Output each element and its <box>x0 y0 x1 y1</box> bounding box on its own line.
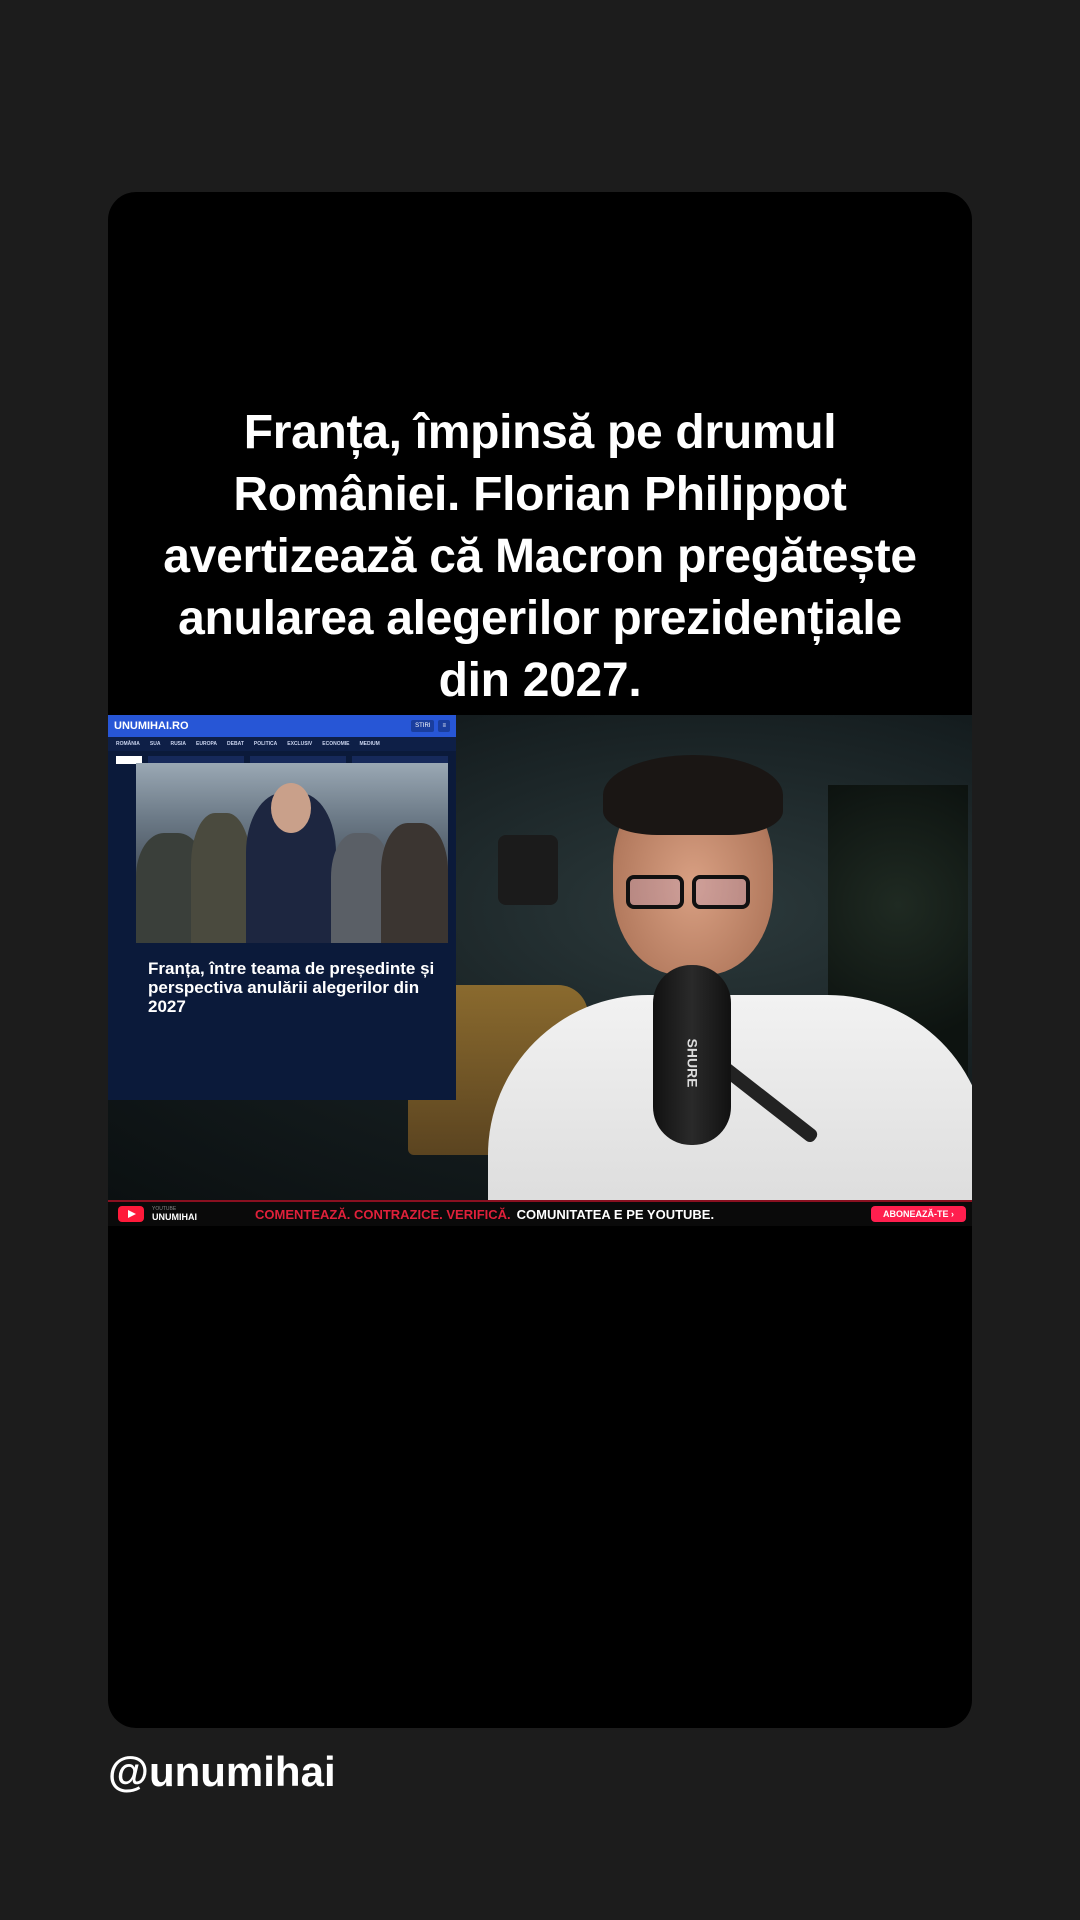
article-nav-item: EXCLUSIV <box>287 741 313 747</box>
video-frame[interactable]: SHURE UNUMIHAI.RO STIRI ≡ ROMÂNIA SUA RU… <box>108 715 972 1200</box>
article-top-button: STIRI <box>411 720 435 732</box>
article-nav-item: RUSIA <box>170 741 187 747</box>
presenter-hair <box>603 755 783 835</box>
ticker-white-text: COMUNITATEA E PE YOUTUBE. <box>516 1206 715 1222</box>
ticker-red-text: COMENTEAZĂ. CONTRAZICE. VERIFICĂ. <box>255 1206 511 1222</box>
article-nav-item: DEBAT <box>227 741 244 747</box>
youtube-icon <box>118 1206 144 1222</box>
article-title: Franța, între teama de președinte și per… <box>148 959 435 1016</box>
article-nav-item: ECONOMIE <box>322 741 350 747</box>
article-nav-item: SUA <box>149 741 161 747</box>
glasses-icon <box>626 875 766 913</box>
video-card[interactable]: Franța, împinsă pe drumul României. Flor… <box>108 192 972 1728</box>
article-nav-item: ROMÂNIA <box>116 741 140 747</box>
article-nav-item: MEDIUM <box>359 741 380 747</box>
headline-caption: Franța, împinsă pe drumul României. Flor… <box>163 406 917 707</box>
article-screenshot: UNUMIHAI.RO STIRI ≡ ROMÂNIA SUA RUSIA EU… <box>108 715 456 1100</box>
article-nav: ROMÂNIA SUA RUSIA EUROPA DEBAT POLITICA … <box>108 737 456 751</box>
article-photo <box>136 763 448 943</box>
article-nav-item: POLITICA <box>253 741 278 747</box>
lamp-background <box>498 835 558 905</box>
channel-badge: YOUTUBE UNUMIHAI <box>152 1206 197 1222</box>
author-handle[interactable]: @unumihai <box>108 1748 336 1796</box>
article-nav-item: EUROPA <box>196 741 218 747</box>
article-header: UNUMIHAI.RO STIRI ≡ <box>108 715 456 737</box>
channel-name: UNUMIHAI <box>152 1212 197 1222</box>
ticker-bar: YOUTUBE UNUMIHAI COMENTEAZĂ. CONTRAZICE.… <box>108 1200 972 1226</box>
article-menu-icon: ≡ <box>438 720 450 732</box>
subscribe-button: ABONEAZĂ-TE › <box>871 1206 966 1222</box>
mic-brand-label: SHURE <box>684 1038 701 1088</box>
article-body <box>136 1029 448 1045</box>
site-logo: UNUMIHAI.RO <box>114 720 189 732</box>
